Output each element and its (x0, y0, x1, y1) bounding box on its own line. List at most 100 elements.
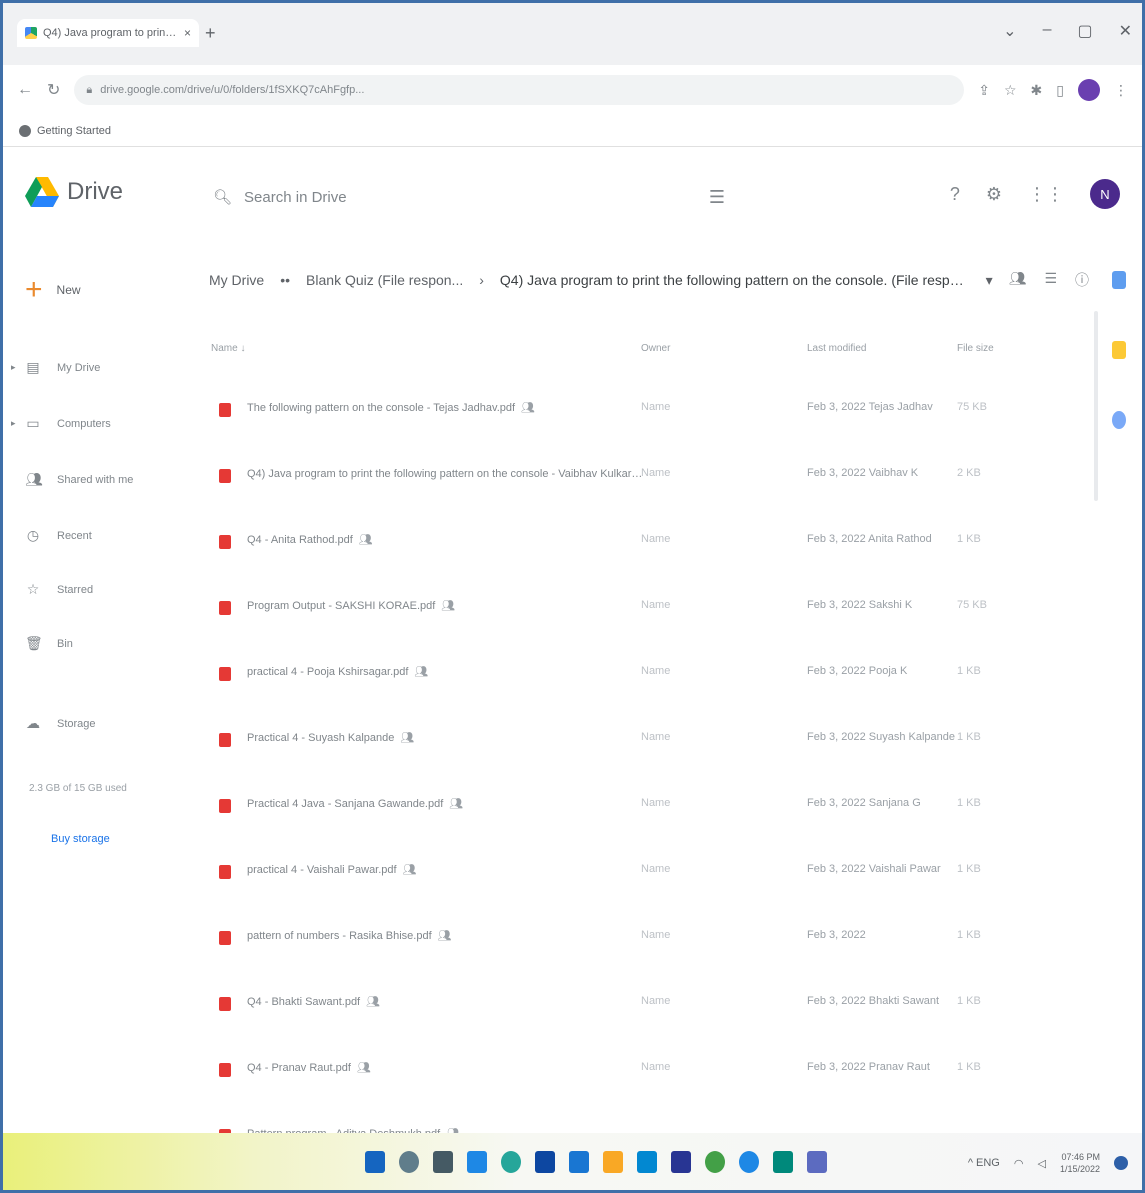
storage-usage-text: 2.3 GB of 15 GB used (29, 783, 127, 794)
profile-avatar[interactable] (1078, 79, 1100, 101)
chat-icon[interactable] (501, 1151, 521, 1173)
breadcrumb-dropdown-icon[interactable]: ▾ (986, 272, 993, 289)
search-input[interactable]: 🔍︎ Search in Drive ☰ (199, 173, 739, 221)
sidepanel-icon[interactable]: ▯ (1056, 82, 1064, 99)
task-view-icon[interactable] (433, 1151, 453, 1173)
app-icon[interactable] (671, 1151, 691, 1173)
sidebar-item-my-drive[interactable]: ▸ ▤ My Drive (11, 359, 100, 376)
column-owner[interactable]: Owner (641, 343, 670, 354)
wifi-icon[interactable]: ◠ (1014, 1157, 1024, 1170)
apps-grid-icon[interactable]: ⋮⋮ (1028, 184, 1064, 205)
sidebar-item-computers[interactable]: ▸ ▭ Computers (11, 415, 111, 432)
edge-icon[interactable] (739, 1151, 759, 1173)
file-name-text: Practical 4 Java - Sanjana Gawande.pdf (247, 798, 444, 810)
sidebar-item-starred[interactable]: ☆ Starred (25, 581, 93, 598)
breadcrumb-current[interactable]: Q4) Java program to print the following … (500, 272, 970, 288)
shared-icon: 👥︎ (521, 402, 536, 414)
breadcrumb-my-drive[interactable]: My Drive (209, 272, 264, 288)
info-icon[interactable]: ⓘ (1075, 270, 1089, 290)
file-name-text: Q4 - Bhakti Sawant.pdf (247, 996, 361, 1008)
new-tab-button[interactable]: + (205, 23, 216, 44)
breadcrumb-folder[interactable]: Blank Quiz (File respon... (306, 272, 463, 288)
tray-text[interactable]: ^ ENG (968, 1157, 1000, 1169)
start-icon[interactable] (365, 1151, 385, 1173)
menu-icon[interactable]: ⋮ (1114, 82, 1128, 99)
address-bar[interactable]: 🔒︎ drive.google.com/drive/u/0/folders/1f… (74, 75, 965, 105)
chevron-down-icon[interactable]: ⌄ (1003, 21, 1016, 41)
search-options-icon[interactable]: ☰ (709, 187, 725, 208)
breadcrumb-more[interactable]: •• (280, 272, 290, 288)
store-icon[interactable] (535, 1151, 555, 1173)
bookmark-getting-started[interactable]: Getting Started (37, 125, 111, 137)
file-name-text: practical 4 - Vaishali Pawar.pdf (247, 864, 397, 876)
browser-tab[interactable]: Q4) Java program to print the... × (17, 19, 199, 47)
calendar-icon[interactable] (1112, 271, 1126, 289)
file-modified: Feb 3, 2022 Pranav Raut (807, 1061, 930, 1073)
search-icon[interactable] (399, 1151, 419, 1173)
table-row[interactable]: Program Output - SAKSHI KORAE.pdf 👥︎ Name F… (211, 577, 1001, 643)
file-name: practical 4 - Vaishali Pawar.pdf 👥︎ (247, 863, 417, 876)
sidebar-item-storage[interactable]: ☁︎ Storage (25, 715, 96, 732)
search-icon[interactable]: 🔍︎ (213, 188, 232, 206)
file-size: 75 KB (957, 599, 987, 611)
shared-icon: 👥︎ (356, 1062, 371, 1074)
keep-icon[interactable] (1112, 341, 1126, 359)
shared-icon: 👥︎ (414, 666, 429, 678)
sidebar-item-recent[interactable]: ◷ Recent (25, 527, 92, 544)
column-size[interactable]: File size (957, 343, 994, 354)
back-icon[interactable]: ← (17, 81, 33, 99)
file-size: 1 KB (957, 929, 981, 941)
sidebar-item-bin[interactable]: 🗑︎ Bin (25, 635, 73, 652)
close-icon[interactable]: ✕ (1119, 21, 1132, 41)
extensions-icon[interactable]: ✱ (1031, 82, 1043, 99)
mail-icon[interactable] (569, 1151, 589, 1173)
table-row[interactable]: Q4 - Pranav Raut.pdf 👥︎ Name Feb 3, 2022 Pr… (211, 1039, 1001, 1105)
list-view-icon[interactable]: ☰ (1044, 270, 1057, 290)
caret-right-icon[interactable]: ▸ (11, 362, 16, 373)
drive-logo[interactable]: Drive (25, 177, 123, 207)
table-row[interactable]: Practical 4 - Suyash Kalpande 👥︎ Name Feb 3… (211, 709, 1001, 775)
folder-icon[interactable] (603, 1151, 623, 1173)
people-icon[interactable]: 👥︎ (1009, 270, 1027, 290)
app-icon[interactable] (807, 1151, 827, 1173)
settings-icon[interactable]: ⚙ (986, 184, 1002, 205)
minimize-icon[interactable]: – (1043, 21, 1052, 41)
notification-icon[interactable] (1114, 1156, 1128, 1170)
drive-icon: ▤ (26, 359, 40, 375)
share-icon[interactable]: ⇪ (978, 82, 990, 99)
scrollbar[interactable] (1094, 311, 1098, 501)
plus-icon: + (25, 273, 43, 306)
file-name: Program Output - SAKSHI KORAE.pdf 👥︎ (247, 599, 455, 612)
file-name: Q4 - Anita Rathod.pdf 👥︎ (247, 533, 373, 546)
photos-icon[interactable] (637, 1151, 657, 1173)
column-name[interactable]: Name ↓ (211, 343, 245, 354)
caret-right-icon[interactable]: ▸ (11, 418, 16, 429)
tasks-icon[interactable] (1112, 411, 1126, 429)
clock[interactable]: 07:46 PM 1/15/2022 (1060, 1151, 1100, 1175)
table-row[interactable]: Q4 - Bhakti Sawant.pdf 👥︎ Name Feb 3, 2022 … (211, 973, 1001, 1039)
reload-icon[interactable]: ↻ (47, 80, 60, 100)
widgets-icon[interactable] (467, 1151, 487, 1173)
sidebar-item-shared[interactable]: 👥︎ Shared with me (25, 471, 133, 488)
file-size: 1 KB (957, 995, 981, 1007)
file-name: Q4) Java program to print the following … (247, 467, 647, 480)
new-button[interactable]: + New (25, 275, 81, 305)
volume-icon[interactable]: ◁ (1037, 1157, 1045, 1170)
buy-storage-link[interactable]: Buy storage (51, 833, 110, 845)
table-row[interactable]: Q4 - Anita Rathod.pdf 👥︎ Name Feb 3, 2022 A… (211, 511, 1001, 577)
column-modified[interactable]: Last modified (807, 343, 866, 354)
table-row[interactable]: practical 4 - Pooja Kshirsagar.pdf 👥︎ Name… (211, 643, 1001, 709)
chrome-icon[interactable] (705, 1151, 725, 1173)
star-icon[interactable]: ☆ (1004, 82, 1017, 99)
table-row[interactable]: pattern of numbers - Rasika Bhise.pdf 👥︎ N… (211, 907, 1001, 973)
app-icon[interactable] (773, 1151, 793, 1173)
table-row[interactable]: practical 4 - Vaishali Pawar.pdf 👥︎ Name Fe… (211, 841, 1001, 907)
table-row[interactable]: Practical 4 Java - Sanjana Gawande.pdf 👥︎… (211, 775, 1001, 841)
avatar[interactable]: N (1090, 179, 1120, 209)
file-name-text: The following pattern on the console - T… (247, 402, 516, 414)
help-icon[interactable]: ? (950, 184, 960, 205)
table-row[interactable]: The following pattern on the console - T… (211, 379, 1001, 445)
tab-close-icon[interactable]: × (184, 26, 191, 40)
restore-icon[interactable]: ▢ (1077, 21, 1092, 41)
table-row[interactable]: Q4) Java program to print the following … (211, 445, 1001, 511)
